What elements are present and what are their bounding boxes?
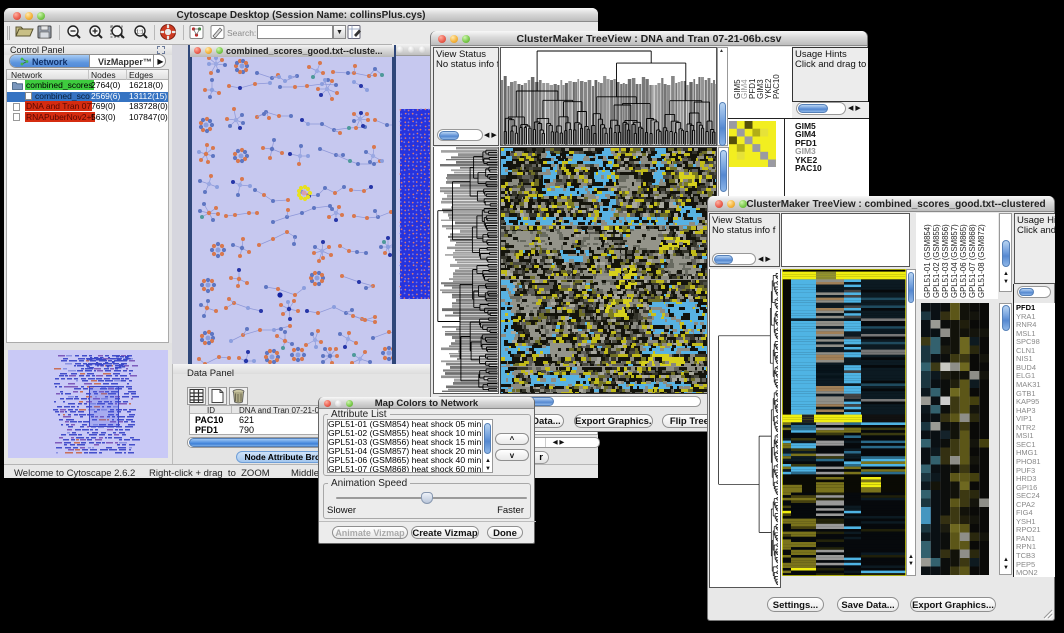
svg-text:1:1: 1:1 bbox=[136, 30, 144, 36]
